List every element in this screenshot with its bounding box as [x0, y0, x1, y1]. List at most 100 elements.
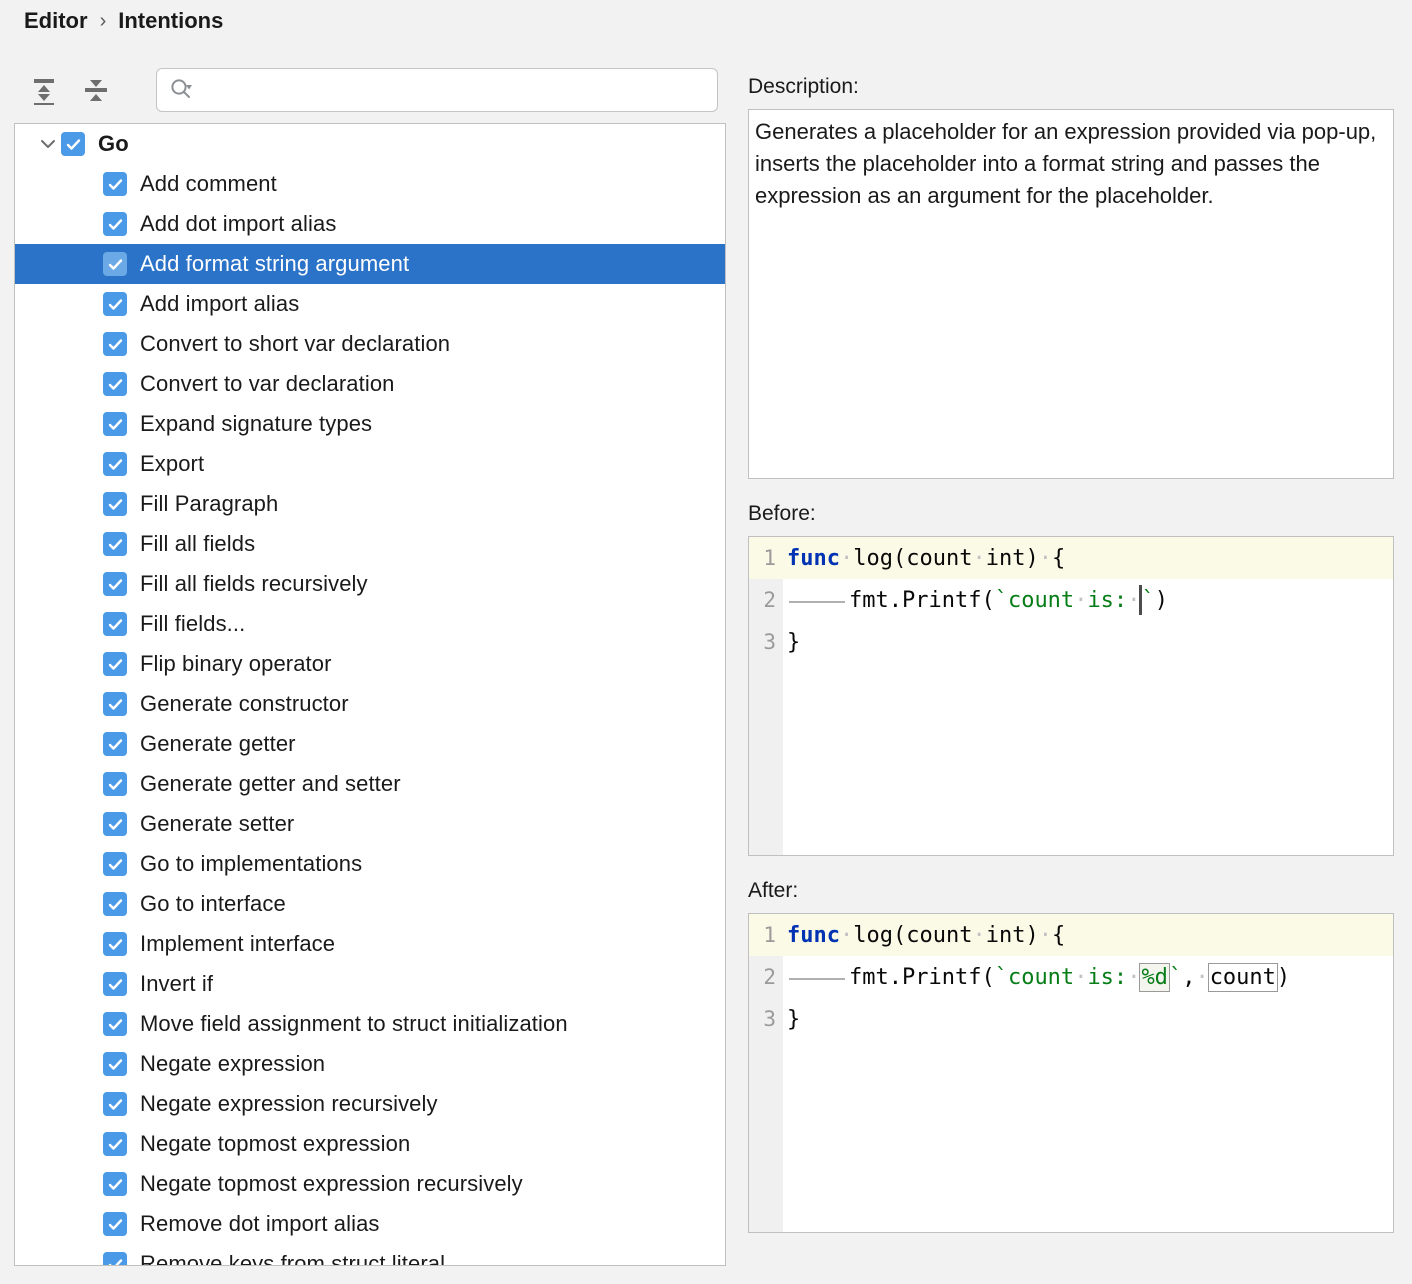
tree-item[interactable]: Negate topmost expression recursively: [15, 1164, 725, 1204]
tree-item[interactable]: Add comment: [15, 164, 725, 204]
checkbox-intention[interactable]: [103, 732, 127, 756]
tree-item[interactable]: Export: [15, 444, 725, 484]
checkbox-intention[interactable]: [103, 652, 127, 676]
checkbox-intention[interactable]: [103, 852, 127, 876]
tree-item[interactable]: Invert if: [15, 964, 725, 1004]
checkbox-go[interactable]: [61, 132, 85, 156]
tree-item[interactable]: Go to interface: [15, 884, 725, 924]
checkbox-intention[interactable]: [103, 252, 127, 276]
before-code-block: 1 func·log(count·int)·{ 2 fmt.Printf(`co…: [748, 536, 1394, 856]
checkbox-intention[interactable]: [103, 532, 127, 556]
after-lineno-2: 2: [749, 965, 783, 989]
before-code-line-3: 3 }: [749, 621, 1393, 663]
checkbox-intention[interactable]: [103, 932, 127, 956]
tree-item-label: Fill Paragraph: [140, 493, 278, 515]
before-code-text-1: func·log(count·int)·{: [783, 546, 1065, 571]
tree-item[interactable]: Negate topmost expression: [15, 1124, 725, 1164]
before-code-text-3: }: [783, 630, 800, 655]
tree-item-label: Fill all fields recursively: [140, 573, 368, 595]
checkbox-intention[interactable]: [103, 812, 127, 836]
tree-item[interactable]: Flip binary operator: [15, 644, 725, 684]
tree-item-label: Generate getter: [140, 733, 296, 755]
breadcrumb-separator-icon: ›: [98, 10, 109, 33]
chevron-down-icon[interactable]: [35, 131, 61, 157]
checkbox-intention[interactable]: [103, 612, 127, 636]
after-code-text-3: }: [783, 1007, 800, 1032]
search-input[interactable]: [195, 69, 717, 111]
tree-item[interactable]: Move field assignment to struct initiali…: [15, 1004, 725, 1044]
search-icon[interactable]: [169, 77, 195, 103]
tree-item[interactable]: Fill all fields recursively: [15, 564, 725, 604]
template-placeholder-argument: count: [1208, 963, 1278, 992]
breadcrumb-current: Intentions: [118, 8, 223, 34]
checkbox-intention[interactable]: [103, 572, 127, 596]
after-code-line-1: 1 func·log(count·int)·{: [749, 914, 1393, 956]
tree-item[interactable]: Convert to var declaration: [15, 364, 725, 404]
checkbox-intention[interactable]: [103, 372, 127, 396]
tree-item-label: Generate constructor: [140, 693, 349, 715]
breadcrumb: Editor › Intentions: [24, 4, 223, 38]
tree-item-label: Go to interface: [140, 893, 286, 915]
checkbox-intention[interactable]: [103, 172, 127, 196]
tree-item-label: Negate expression recursively: [140, 1093, 438, 1115]
tree-item[interactable]: Add import alias: [15, 284, 725, 324]
tree-item[interactable]: Fill Paragraph: [15, 484, 725, 524]
collapse-all-button[interactable]: [76, 68, 116, 112]
before-code-text-2: fmt.Printf(`count·is:·`): [783, 585, 1168, 615]
search-field[interactable]: [156, 68, 718, 112]
checkbox-intention[interactable]: [103, 692, 127, 716]
checkbox-intention[interactable]: [103, 492, 127, 516]
toolbar: [24, 68, 720, 114]
tree-item[interactable]: Fill all fields: [15, 524, 725, 564]
checkbox-intention[interactable]: [103, 1212, 127, 1236]
tree-item[interactable]: Generate setter: [15, 804, 725, 844]
tree-item-label: Negate topmost expression recursively: [140, 1173, 523, 1195]
checkbox-intention[interactable]: [103, 1252, 127, 1265]
checkbox-intention[interactable]: [103, 292, 127, 316]
details-panel: Description: Generates a placeholder for…: [748, 74, 1394, 1233]
tree-item[interactable]: Remove keys from struct literal: [15, 1244, 725, 1265]
tree-root-go[interactable]: Go: [15, 124, 725, 164]
before-lineno-1: 1: [749, 546, 783, 570]
breadcrumb-parent[interactable]: Editor: [24, 8, 88, 34]
expand-all-button[interactable]: [24, 68, 64, 112]
checkbox-intention[interactable]: [103, 972, 127, 996]
tree-item-label: Add format string argument: [140, 253, 409, 275]
after-code-block: 1 func·log(count·int)·{ 2 fmt.Printf(`co…: [748, 913, 1394, 1233]
tree-item-label: Convert to short var declaration: [140, 333, 450, 355]
tree-item[interactable]: Add dot import alias: [15, 204, 725, 244]
tree-item-label: Add comment: [140, 173, 277, 195]
intentions-tree-panel[interactable]: Go Add comment Add dot import alias Add fo…: [14, 123, 726, 1266]
tree-item[interactable]: Fill fields...: [15, 604, 725, 644]
tree-item[interactable]: Add format string argument: [15, 244, 725, 284]
checkbox-intention[interactable]: [103, 1132, 127, 1156]
tree-item[interactable]: Negate expression recursively: [15, 1084, 725, 1124]
tree-item[interactable]: Generate getter and setter: [15, 764, 725, 804]
tree-item[interactable]: Implement interface: [15, 924, 725, 964]
tree-item[interactable]: Remove dot import alias: [15, 1204, 725, 1244]
tree-item[interactable]: Generate constructor: [15, 684, 725, 724]
after-lineno-3: 3: [749, 1007, 783, 1031]
checkbox-intention[interactable]: [103, 412, 127, 436]
checkbox-intention[interactable]: [103, 1172, 127, 1196]
tree-item[interactable]: Convert to short var declaration: [15, 324, 725, 364]
intentions-tree[interactable]: Go Add comment Add dot import alias Add fo…: [15, 124, 725, 1265]
expand-all-icon: [29, 75, 59, 105]
tree-item-label: Negate topmost expression: [140, 1133, 410, 1155]
tree-children-container: Add comment Add dot import alias Add forma…: [15, 164, 725, 1265]
checkbox-intention[interactable]: [103, 1092, 127, 1116]
checkbox-intention[interactable]: [103, 1052, 127, 1076]
description-text: Generates a placeholder for an expressio…: [748, 109, 1394, 479]
checkbox-intention[interactable]: [103, 332, 127, 356]
tree-item[interactable]: Generate getter: [15, 724, 725, 764]
after-code-line-3: 3 }: [749, 998, 1393, 1040]
tree-item[interactable]: Negate expression: [15, 1044, 725, 1084]
tree-item[interactable]: Go to implementations: [15, 844, 725, 884]
checkbox-intention[interactable]: [103, 212, 127, 236]
tree-item[interactable]: Expand signature types: [15, 404, 725, 444]
checkbox-intention[interactable]: [103, 892, 127, 916]
checkbox-intention[interactable]: [103, 452, 127, 476]
checkbox-intention[interactable]: [103, 1012, 127, 1036]
checkbox-intention[interactable]: [103, 772, 127, 796]
after-code-text-1: func·log(count·int)·{: [783, 923, 1065, 948]
